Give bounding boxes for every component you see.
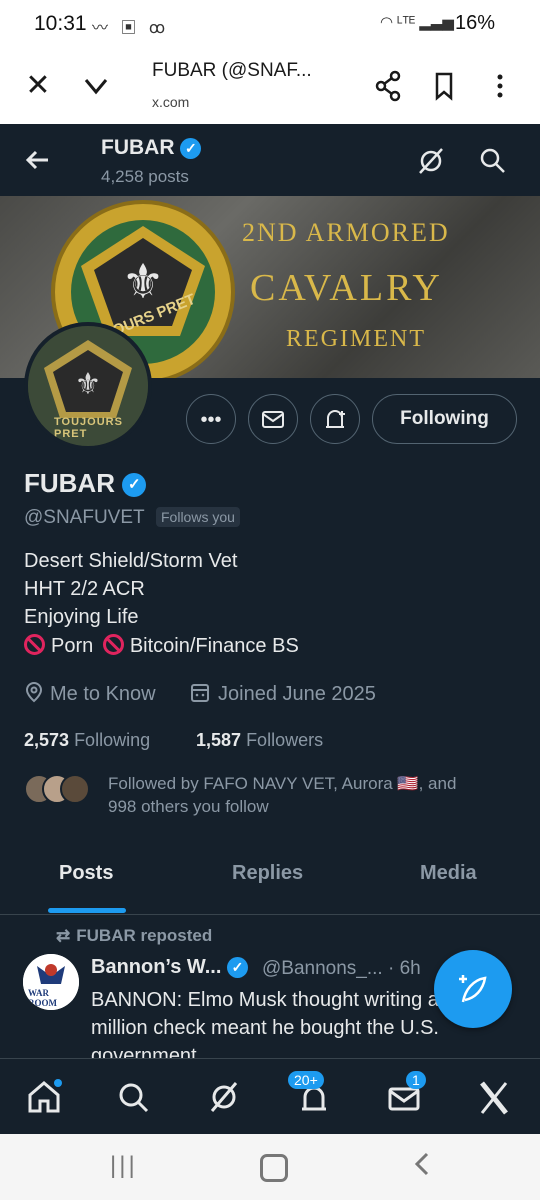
post-author-avatar[interactable]: WAR ROOM: [23, 954, 79, 1010]
verified-badge-icon: ✓: [122, 473, 147, 498]
bio-line-3: Enjoying Life: [24, 606, 139, 628]
followers-count: 1,587: [196, 730, 242, 750]
followers-label: Followers: [246, 730, 324, 750]
bottom-navigation: 20+ 1: [0, 1058, 540, 1135]
active-tab-indicator: [48, 908, 126, 913]
recent-apps-icon[interactable]: |||: [110, 1152, 138, 1180]
tab-posts[interactable]: Posts: [59, 862, 113, 885]
browser-page-title: FUBAR (@SNAF...: [152, 60, 312, 81]
status-bar: 10:31 〰 ▣ ꝏ ◠ ᴸᵀᴱ ▂▃▅ 16%: [0, 0, 540, 48]
x-logo-icon[interactable]: [472, 1075, 516, 1119]
bookmark-icon[interactable]: [424, 66, 464, 106]
avatar-insignia-text: TOUJOURS PRET: [54, 416, 123, 440]
prohibited-icon: [24, 634, 45, 655]
profile-avatar[interactable]: ⚜ TOUJOURS PRET: [24, 322, 152, 450]
header-name-text: FUBAR: [101, 136, 175, 159]
search-icon[interactable]: [478, 146, 508, 176]
join-date-text: Joined June 2025: [218, 683, 376, 705]
location-text: Me to Know: [50, 683, 156, 705]
search-icon[interactable]: [112, 1075, 156, 1119]
following-count: 2,573: [24, 730, 70, 750]
repost-label: FUBAR reposted: [76, 926, 213, 945]
message-button[interactable]: [248, 394, 298, 444]
post-author-handle: @Bannons_... · 6h: [262, 958, 421, 980]
compose-post-button[interactable]: [434, 950, 512, 1028]
location: Me to Know: [24, 681, 156, 706]
post-author-name[interactable]: Bannon’s W... ✓: [91, 956, 248, 979]
share-icon[interactable]: [368, 66, 408, 106]
bio-line-4: Porn Bitcoin/Finance BS: [24, 634, 299, 658]
post-author-name-text: Bannon’s W...: [91, 956, 222, 978]
status-notification-icons: 〰 ▣ ꝏ: [92, 20, 170, 37]
verified-badge-icon: ✓: [180, 137, 202, 159]
prohibited-icon: [102, 634, 124, 655]
followed-by-text[interactable]: Followed by FAFO NAVY VET, Aurora 🇺🇸, an…: [108, 772, 508, 818]
tab-replies[interactable]: Replies: [232, 862, 303, 885]
post-avatar-text: WAR ROOM: [28, 988, 57, 1008]
home-button-icon[interactable]: [260, 1154, 288, 1182]
tab-media[interactable]: Media: [420, 862, 477, 885]
grok-icon[interactable]: [416, 146, 446, 176]
follower-avatar: [60, 774, 90, 804]
join-date: Joined June 2025: [190, 681, 376, 706]
back-nav-icon[interactable]: [412, 1148, 432, 1185]
follows-you-badge: Follows you: [156, 507, 240, 527]
profile-header-bar: FUBAR ✓ 4,258 posts: [0, 124, 540, 196]
more-vert-icon[interactable]: [480, 66, 520, 106]
back-arrow-icon[interactable]: [22, 144, 54, 176]
post-time: · 6h: [387, 958, 421, 979]
location-icon: [25, 681, 43, 703]
calendar-icon: [191, 684, 209, 702]
svg-text:⚜: ⚜: [75, 368, 102, 401]
repost-indicator: ⇄ FUBAR reposted: [56, 926, 212, 946]
profile-tabs: Posts Replies Media: [0, 850, 540, 915]
more-options-button[interactable]: •••: [186, 394, 236, 444]
banner-line-1: 2ND ARMORED: [242, 218, 450, 247]
signal-icon: ◠ ᴸᵀᴱ ▂▃▅: [380, 14, 454, 31]
profile-name-text: FUBAR: [24, 468, 115, 498]
post-count: 4,258 posts: [101, 167, 189, 186]
chevron-down-icon[interactable]: [76, 66, 116, 106]
banner-line-2: CAVALRY: [250, 267, 443, 309]
followers-stat[interactable]: 1,587 Followers: [196, 730, 323, 751]
status-time: 10:31: [34, 12, 87, 35]
following-button[interactable]: Following: [372, 394, 517, 444]
bio-line-4-a: Porn: [51, 635, 94, 657]
system-navigation: |||: [0, 1134, 540, 1200]
messages-badge: 1: [406, 1071, 426, 1089]
following-label: Following: [74, 730, 151, 750]
verified-badge-icon: ✓: [226, 957, 248, 979]
header-name: FUBAR ✓: [101, 136, 202, 160]
browser-url[interactable]: x.com: [152, 94, 189, 110]
notifications-badge: 20+: [288, 1071, 324, 1089]
following-stat[interactable]: 2,573 Following: [24, 730, 150, 751]
bio-line-1: Desert Shield/Storm Vet: [24, 550, 238, 572]
repost-icon: ⇄: [56, 926, 71, 945]
banner-line-3: REGIMENT: [286, 326, 426, 352]
profile-name: FUBAR ✓: [24, 468, 147, 499]
bio-line-2: HHT 2/2 ACR: [24, 578, 145, 600]
followed-by-line-2: 998 others you follow: [108, 797, 269, 816]
profile-handle: @SNAFUVET: [24, 507, 145, 528]
svg-text:⚜: ⚜: [121, 256, 164, 309]
browser-toolbar: ✕ FUBAR (@SNAF... x.com: [0, 48, 540, 125]
followed-by-line-1: Followed by FAFO NAVY VET, Aurora 🇺🇸, an…: [108, 774, 457, 793]
feather-plus-icon: [459, 975, 487, 1003]
grok-icon[interactable]: [202, 1075, 246, 1119]
notify-bell-button[interactable]: [310, 394, 360, 444]
battery-level: 16%: [455, 12, 496, 34]
close-icon[interactable]: ✕: [18, 66, 58, 106]
post-handle-text: @Bannons_...: [262, 958, 383, 979]
home-icon[interactable]: [22, 1075, 66, 1119]
bio-line-4-b: Bitcoin/Finance BS: [129, 635, 299, 657]
